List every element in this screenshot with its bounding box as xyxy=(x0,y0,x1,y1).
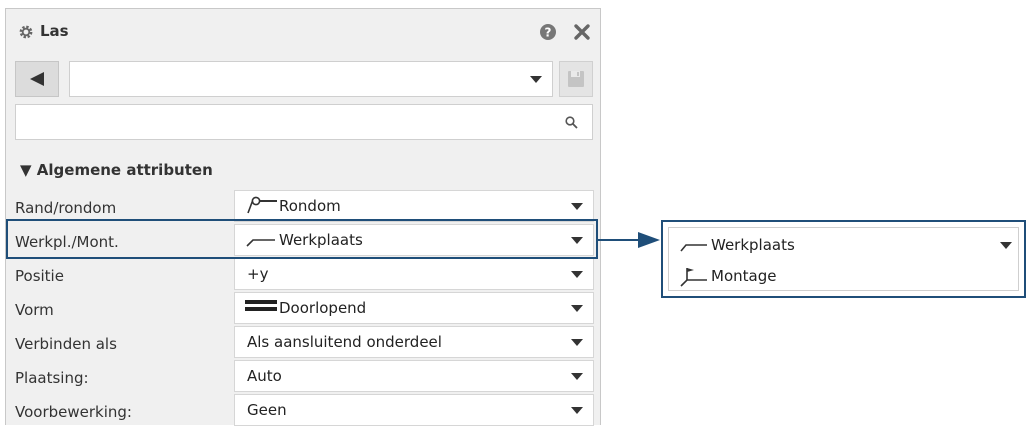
attribute-row-verbinden-als: Verbinden als Als aansluitend onderdeel xyxy=(6,326,600,360)
attribute-row-vorm: Vorm Doorlopend xyxy=(6,292,600,326)
attribute-label: Plaatsing: xyxy=(15,369,89,387)
attribute-row-positie: Positie +y xyxy=(6,258,600,292)
attribute-value: Auto xyxy=(247,367,282,385)
weld-all-around-icon xyxy=(247,196,277,214)
attribute-dropdown[interactable]: +y xyxy=(234,258,594,290)
svg-text:?: ? xyxy=(545,26,552,40)
dropdown-callout: Werkplaats Montage xyxy=(661,220,1026,298)
attribute-dropdown[interactable]: Als aansluitend onderdeel xyxy=(234,326,594,358)
attribute-value: Als aansluitend onderdeel xyxy=(247,333,442,351)
chevron-down-icon xyxy=(571,373,583,380)
row-highlight-frame xyxy=(6,219,598,259)
close-icon[interactable] xyxy=(572,22,592,42)
chevron-down-icon xyxy=(571,339,583,346)
attribute-label: Positie xyxy=(15,267,64,285)
dropdown-option-montage[interactable]: Montage xyxy=(669,261,1020,291)
attribute-label: Verbinden als xyxy=(15,335,117,353)
option-label: Werkplaats xyxy=(711,236,795,254)
panel-titlebar: Las ? xyxy=(6,9,600,53)
attribute-value: Rondom xyxy=(279,197,341,215)
callout-arrow xyxy=(598,232,660,248)
chevron-down-icon[interactable] xyxy=(1000,242,1012,250)
preset-select[interactable] xyxy=(69,61,553,97)
attribute-dropdown[interactable]: Doorlopend xyxy=(234,292,594,324)
attribute-row-voorbewerking: Voorbewerking: Geen xyxy=(6,394,600,428)
attribute-dropdown[interactable]: Rondom xyxy=(234,190,594,222)
chevron-down-icon xyxy=(571,407,583,414)
continuous-line-icon xyxy=(245,300,277,311)
attribute-value: +y xyxy=(247,265,269,283)
weld-site-flag-icon xyxy=(680,268,707,287)
attribute-dropdown[interactable]: Geen xyxy=(234,394,594,426)
chevron-down-icon xyxy=(571,203,583,210)
section-label: Algemene attributen xyxy=(36,161,213,179)
panel-title: Las xyxy=(40,22,69,40)
expand-triangle-icon: ▼ xyxy=(20,161,32,179)
option-label: Montage xyxy=(711,267,777,285)
section-general-attributes[interactable]: ▼ Algemene attributen xyxy=(20,161,213,179)
save-icon xyxy=(568,71,584,87)
attribute-value: Geen xyxy=(247,401,287,419)
dropdown-list: Werkplaats Montage xyxy=(668,227,1019,291)
dropdown-option-werkplaats[interactable]: Werkplaats xyxy=(669,230,1020,260)
attribute-label: Vorm xyxy=(15,301,54,319)
chevron-down-icon xyxy=(571,271,583,278)
attribute-row-plaatsing: Plaatsing: Auto xyxy=(6,360,600,394)
back-button[interactable] xyxy=(15,61,59,97)
attribute-dropdown[interactable]: Auto xyxy=(234,360,594,392)
search-input[interactable] xyxy=(15,104,593,140)
attribute-label: Voorbewerking: xyxy=(15,403,132,421)
search-icon xyxy=(565,116,578,129)
save-button[interactable] xyxy=(559,61,593,97)
attribute-value: Doorlopend xyxy=(279,299,367,317)
gear-icon xyxy=(19,25,33,39)
attribute-label: Rand/rondom xyxy=(15,199,117,217)
weld-shop-icon xyxy=(680,244,707,252)
help-icon[interactable]: ? xyxy=(539,23,557,41)
chevron-down-icon xyxy=(530,76,542,83)
weld-properties-panel: Las ? ▼ Algemene attributen Rand/rondom … xyxy=(5,8,601,428)
back-arrow-icon xyxy=(30,72,44,86)
chevron-down-icon xyxy=(571,305,583,312)
